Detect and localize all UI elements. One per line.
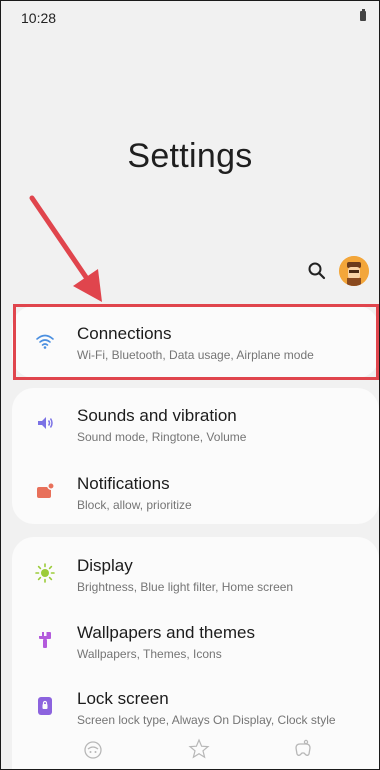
avatar-icon	[339, 256, 369, 286]
paintbrush-icon	[39, 632, 51, 648]
star-icon[interactable]	[188, 738, 210, 760]
highlight-box	[13, 304, 379, 380]
settings-item-sounds-and-vibration[interactable]: Sounds and vibration Sound mode, Rington…	[12, 392, 379, 456]
settings-item-display[interactable]: Display Brightness, Blue light filter, H…	[12, 542, 379, 606]
item-title: Notifications	[77, 474, 170, 493]
gamepad-icon[interactable]	[292, 738, 314, 760]
settings-item-lock-screen[interactable]: Lock screen Screen lock type, Always On …	[12, 675, 379, 739]
settings-item-notifications[interactable]: Notifications Block, allow, prioritize	[12, 460, 379, 524]
settings-item-wallpapers-and-themes[interactable]: Wallpapers and themes Wallpapers, Themes…	[12, 609, 379, 673]
volume-icon	[38, 417, 53, 429]
item-subtitle: Block, allow, prioritize	[77, 498, 192, 512]
item-subtitle: Brightness, Blue light filter, Home scre…	[77, 580, 294, 594]
notifications-icon	[37, 482, 55, 498]
item-subtitle: Screen lock type, Always On Display, Clo…	[77, 713, 336, 727]
search-icon	[308, 262, 326, 280]
game-icon[interactable]	[82, 738, 104, 760]
item-subtitle: Wallpapers, Themes, Icons	[77, 647, 222, 661]
settings-screen: 10:28 Settings Connections Wi-Fi, Blueto…	[0, 0, 380, 770]
bottom-navigation	[1, 736, 379, 769]
profile-avatar[interactable]	[339, 256, 369, 286]
item-title: Display	[77, 556, 133, 575]
lock-icon	[38, 697, 52, 715]
brightness-icon	[35, 563, 55, 583]
item-title: Wallpapers and themes	[77, 623, 255, 642]
item-subtitle: Sound mode, Ringtone, Volume	[77, 430, 247, 444]
search-button[interactable]	[304, 258, 330, 284]
item-title: Lock screen	[77, 689, 169, 708]
item-title: Sounds and vibration	[77, 406, 237, 425]
